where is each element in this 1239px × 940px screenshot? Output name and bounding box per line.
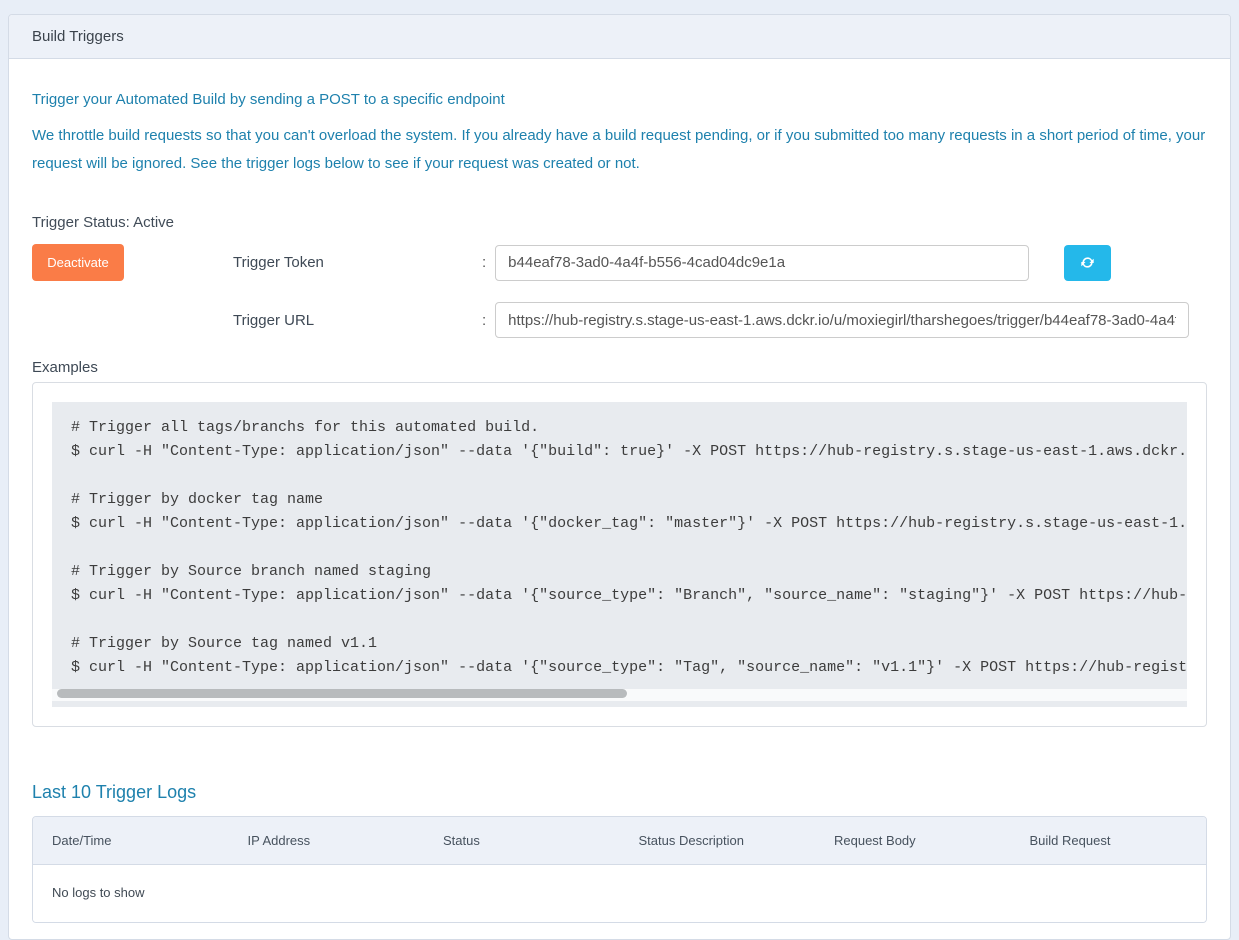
panel-header: Build Triggers (9, 15, 1230, 59)
trigger-status-label: Trigger Status: Active (32, 214, 1207, 231)
panel-body: Trigger your Automated Build by sending … (9, 59, 1230, 939)
examples-box: # Trigger all tags/branchs for this auto… (32, 382, 1207, 727)
examples-code: # Trigger all tags/branchs for this auto… (71, 416, 1187, 680)
column-header-build-request: Build Request (1011, 817, 1207, 864)
regenerate-token-button[interactable] (1064, 245, 1111, 281)
column-header-request-body: Request Body (815, 817, 1011, 864)
examples-label: Examples (32, 359, 1207, 376)
url-colon-separator: : (482, 312, 486, 329)
intro-lead: Trigger your Automated Build by sending … (32, 91, 1207, 108)
horizontal-scrollbar-thumb[interactable] (57, 689, 627, 698)
column-header-date-time: Date/Time (33, 817, 229, 864)
refresh-icon (1080, 255, 1095, 270)
trigger-url-input[interactable] (495, 302, 1189, 338)
column-header-status: Status (424, 817, 620, 864)
trigger-logs-header-row: Date/Time IP Address Status Status Descr… (33, 817, 1206, 865)
intro-paragraph: We throttle build requests so that you c… (32, 122, 1207, 178)
trigger-url-row: Trigger URL : (32, 302, 1207, 338)
trigger-token-row: Deactivate Trigger Token : (32, 244, 1207, 281)
trigger-url-label: Trigger URL (233, 312, 482, 329)
trigger-logs-table: Date/Time IP Address Status Status Descr… (32, 816, 1207, 923)
trigger-token-input[interactable] (495, 245, 1029, 281)
column-header-status-description: Status Description (620, 817, 816, 864)
build-triggers-panel: Build Triggers Trigger your Automated Bu… (8, 14, 1231, 940)
panel-title: Build Triggers (32, 28, 124, 45)
column-header-ip-address: IP Address (229, 817, 425, 864)
trigger-token-label: Trigger Token (233, 254, 482, 271)
deactivate-button[interactable]: Deactivate (32, 244, 124, 281)
examples-code-block: # Trigger all tags/branchs for this auto… (52, 402, 1187, 707)
token-colon-separator: : (482, 254, 486, 271)
no-logs-message: No logs to show (33, 865, 1206, 922)
trigger-logs-title: Last 10 Trigger Logs (32, 782, 1207, 803)
horizontal-scrollbar (52, 689, 1187, 701)
